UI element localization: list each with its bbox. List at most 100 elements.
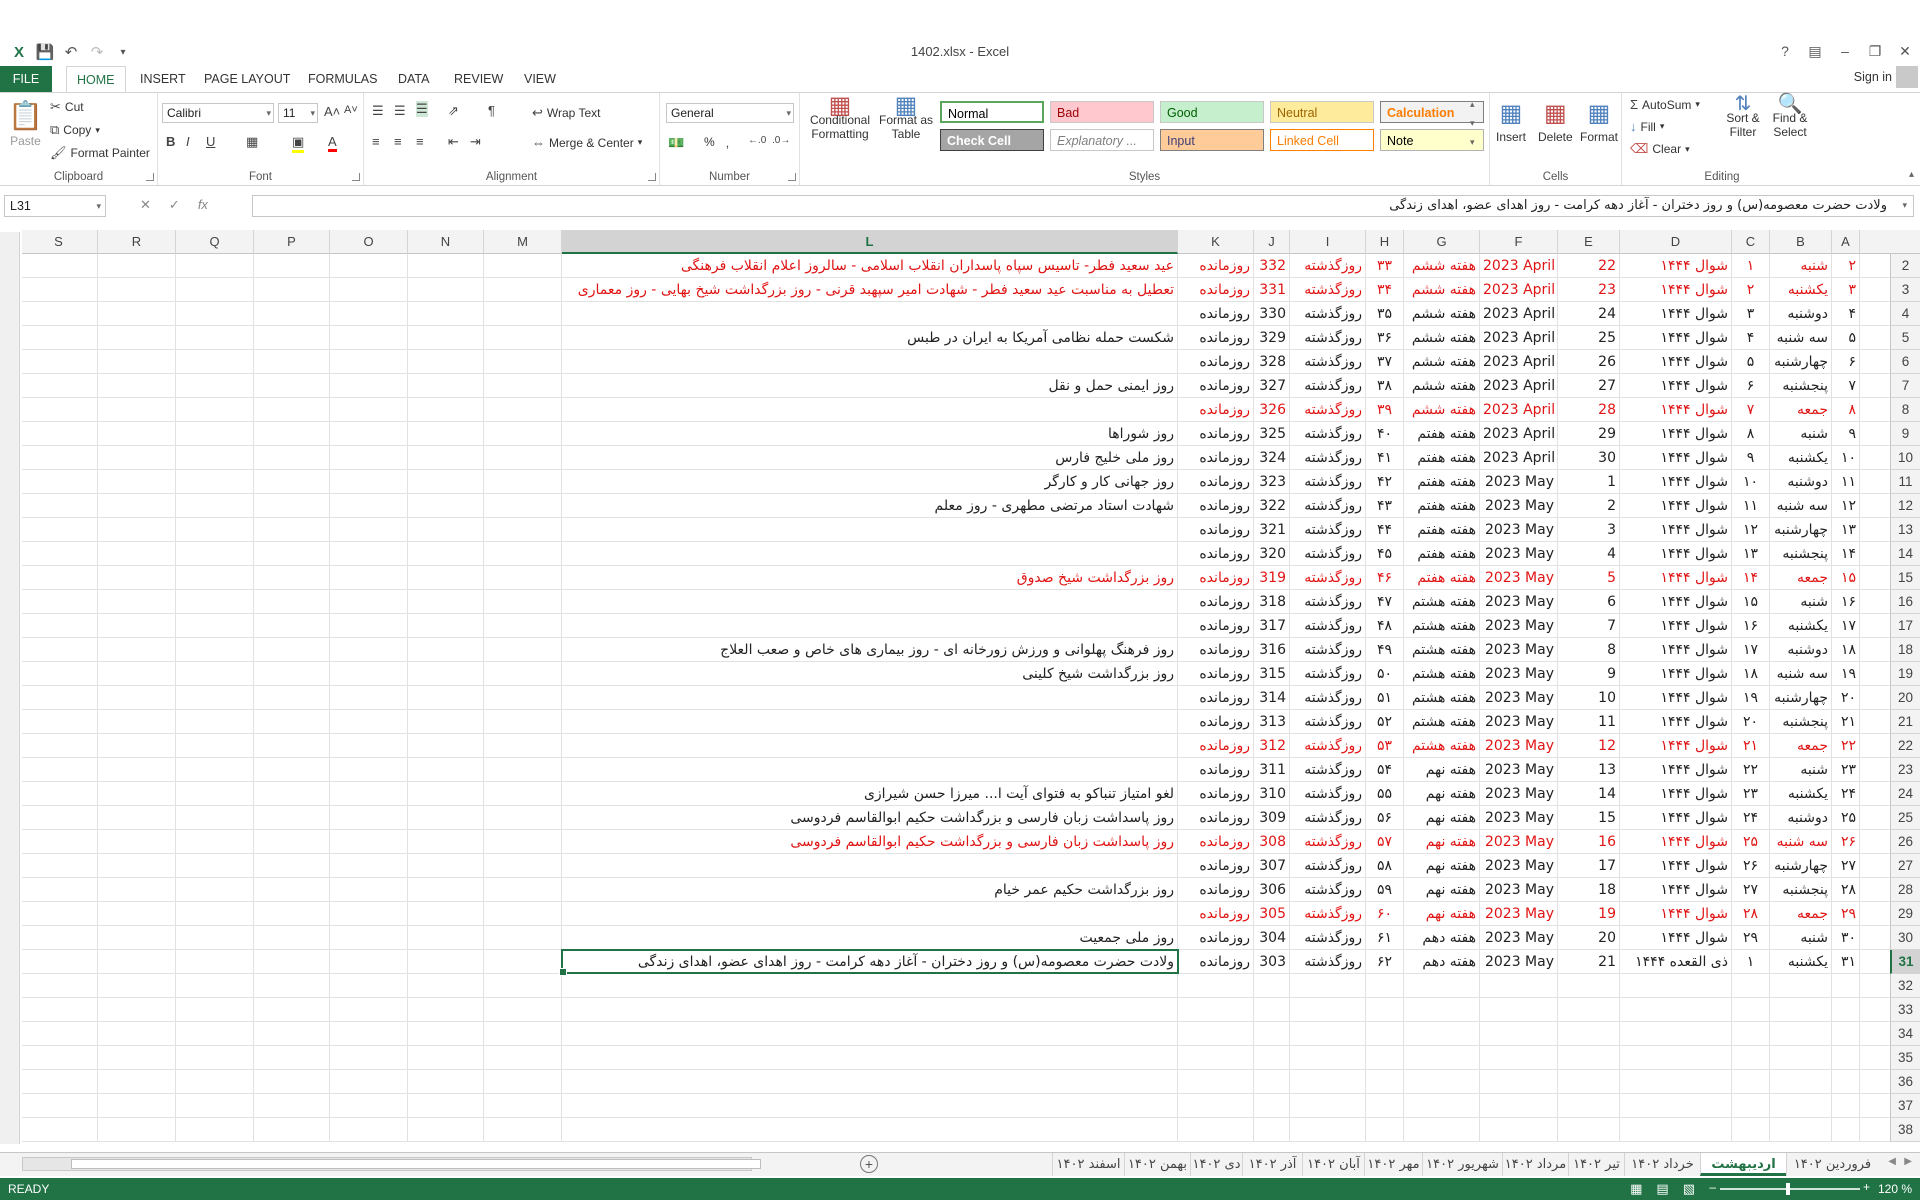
cell-s[interactable] [20, 662, 98, 686]
cell-d[interactable]: شوال ۱۴۴۴ [1620, 902, 1732, 926]
cell-n[interactable] [408, 1094, 484, 1118]
column-header-o[interactable]: O [330, 230, 408, 254]
cell-j[interactable]: 322 [1254, 494, 1290, 518]
tab-review[interactable]: REVIEW [444, 66, 513, 92]
cell-h[interactable]: ۴۴ [1366, 518, 1404, 542]
cell-c[interactable] [1732, 1070, 1770, 1094]
cell-c[interactable]: ۱۳ [1732, 542, 1770, 566]
cell-p[interactable] [254, 758, 330, 782]
cell-q[interactable] [176, 374, 254, 398]
cell-g[interactable]: هفته ششم [1404, 398, 1480, 422]
cell-c[interactable]: ۴ [1732, 326, 1770, 350]
cell-o[interactable] [330, 998, 408, 1022]
cell-n[interactable] [408, 254, 484, 278]
cell-p[interactable] [254, 542, 330, 566]
cell-b[interactable] [1770, 1094, 1832, 1118]
cell-f[interactable] [1480, 1094, 1558, 1118]
row-header[interactable]: 25 [1890, 806, 1920, 830]
cell-s[interactable] [20, 830, 98, 854]
cell-s[interactable] [20, 878, 98, 902]
cell-m[interactable] [484, 758, 562, 782]
cell-p[interactable] [254, 710, 330, 734]
row-header[interactable]: 30 [1890, 926, 1920, 950]
cell-h[interactable] [1366, 998, 1404, 1022]
cell-b[interactable]: یکشنبه [1770, 446, 1832, 470]
cell-q[interactable] [176, 926, 254, 950]
cell-o[interactable] [330, 590, 408, 614]
cell-o[interactable] [330, 374, 408, 398]
cell-a[interactable]: ۲۳ [1832, 758, 1860, 782]
cell-n[interactable] [408, 518, 484, 542]
cell-p[interactable] [254, 974, 330, 998]
cell-style-5[interactable]: Check Cell [940, 129, 1044, 151]
cell-k[interactable]: روزمانده [1178, 830, 1254, 854]
cell-k[interactable] [1178, 1094, 1254, 1118]
cell-h[interactable]: ۵۲ [1366, 710, 1404, 734]
cell-o[interactable] [330, 830, 408, 854]
cell-n[interactable] [408, 638, 484, 662]
cell-k[interactable]: روزمانده [1178, 518, 1254, 542]
cell-k[interactable] [1178, 974, 1254, 998]
cell-c[interactable] [1732, 998, 1770, 1022]
column-header-h[interactable]: H [1366, 230, 1404, 254]
cell-p[interactable] [254, 782, 330, 806]
column-header-p[interactable]: P [254, 230, 330, 254]
cell-b[interactable]: شنبه [1770, 926, 1832, 950]
cell-g[interactable]: هفته هفتم [1404, 494, 1480, 518]
cell-b[interactable]: یکشنبه [1770, 782, 1832, 806]
expand-formula-icon[interactable]: ▾ [1902, 196, 1907, 216]
cell-a[interactable]: ۳ [1832, 278, 1860, 302]
cell-b[interactable]: شنبه [1770, 590, 1832, 614]
cell-r[interactable] [98, 782, 176, 806]
cell-j[interactable]: 317 [1254, 614, 1290, 638]
cell-m[interactable] [484, 734, 562, 758]
cell-s[interactable] [20, 446, 98, 470]
cell-e[interactable]: 4 [1558, 542, 1620, 566]
cell-h[interactable]: ۳۳ [1366, 254, 1404, 278]
cell-f[interactable]: 2023 May [1480, 806, 1558, 830]
cell-l[interactable] [562, 542, 1178, 566]
cell-m[interactable] [484, 542, 562, 566]
cell-l[interactable]: روز ملی جمعیت [562, 926, 1178, 950]
cell-n[interactable] [408, 1070, 484, 1094]
cell-s[interactable] [20, 422, 98, 446]
cell-p[interactable] [254, 302, 330, 326]
column-header-s[interactable]: S [20, 230, 98, 254]
cell-b[interactable]: پنجشنبه [1770, 374, 1832, 398]
cell-d[interactable]: شوال ۱۴۴۴ [1620, 710, 1732, 734]
sheet-tab[interactable]: آذر ۱۴۰۲ [1242, 1153, 1302, 1176]
sheet-tab[interactable]: خرداد ۱۴۰۲ [1624, 1153, 1700, 1176]
cell-l[interactable]: روز پاسداشت زبان فارسی و بزرگداشت حکیم ا… [562, 830, 1178, 854]
cell-q[interactable] [176, 758, 254, 782]
cell-n[interactable] [408, 350, 484, 374]
cell-f[interactable]: 2023 May [1480, 758, 1558, 782]
cell-s[interactable] [20, 374, 98, 398]
cell-c[interactable]: ۱۲ [1732, 518, 1770, 542]
cell-m[interactable] [484, 398, 562, 422]
cell-h[interactable] [1366, 974, 1404, 998]
cell-l[interactable] [562, 902, 1178, 926]
row-header[interactable]: 26 [1890, 830, 1920, 854]
cell-d[interactable]: ذی القعده ۱۴۴۴ [1620, 950, 1732, 974]
cell-a[interactable]: ۳۱ [1832, 950, 1860, 974]
cell-n[interactable] [408, 950, 484, 974]
cell-e[interactable] [1558, 1118, 1620, 1142]
cell-k[interactable]: روزمانده [1178, 374, 1254, 398]
cell-j[interactable]: 309 [1254, 806, 1290, 830]
cell-f[interactable]: 2023 May [1480, 494, 1558, 518]
cell-n[interactable] [408, 326, 484, 350]
cell-p[interactable] [254, 326, 330, 350]
cell-s[interactable] [20, 782, 98, 806]
cell-f[interactable]: 2023 April [1480, 398, 1558, 422]
cell-r[interactable] [98, 734, 176, 758]
cell-k[interactable] [1178, 1070, 1254, 1094]
cell-m[interactable] [484, 662, 562, 686]
cell-j[interactable]: 311 [1254, 758, 1290, 782]
column-header-k[interactable]: K [1178, 230, 1254, 254]
cell-h[interactable]: ۴۹ [1366, 638, 1404, 662]
fill-color-button[interactable]: ▣ [292, 134, 305, 153]
shrink-font-button[interactable]: A˅ [344, 104, 358, 116]
cell-r[interactable] [98, 350, 176, 374]
cell-r[interactable] [98, 470, 176, 494]
cell-m[interactable] [484, 950, 562, 974]
